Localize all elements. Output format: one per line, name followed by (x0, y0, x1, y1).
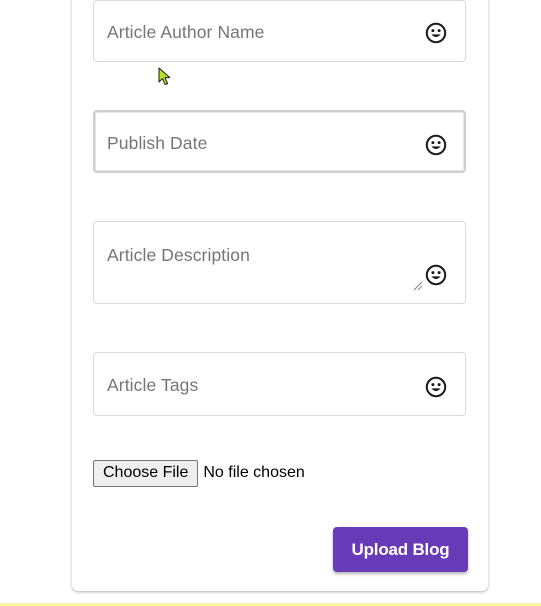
file-status-text: No file chosen (203, 464, 305, 481)
publish-date-field[interactable]: Publish Date (93, 110, 466, 173)
article-description-placeholder: Article Description (107, 245, 250, 265)
resize-handle-icon[interactable] (413, 278, 423, 291)
file-input: Choose File No file chosen (93, 459, 305, 487)
upload-blog-button[interactable]: Upload Blog (333, 527, 468, 572)
emoji-icon[interactable] (425, 134, 447, 156)
page: Article Author Name Publish Date Article… (0, 0, 541, 606)
publish-date-placeholder: Publish Date (107, 133, 208, 153)
emoji-icon[interactable] (425, 376, 447, 398)
article-description-field[interactable]: Article Description (93, 221, 466, 304)
article-tags-field[interactable]: Article Tags (93, 352, 466, 416)
author-name-field[interactable]: Article Author Name (93, 0, 466, 62)
mouse-pointer-icon (158, 67, 172, 87)
emoji-icon[interactable] (425, 22, 447, 44)
article-tags-placeholder: Article Tags (107, 375, 199, 395)
choose-file-button[interactable]: Choose File (93, 459, 199, 487)
author-name-placeholder: Article Author Name (107, 22, 265, 42)
emoji-icon[interactable] (425, 264, 447, 286)
